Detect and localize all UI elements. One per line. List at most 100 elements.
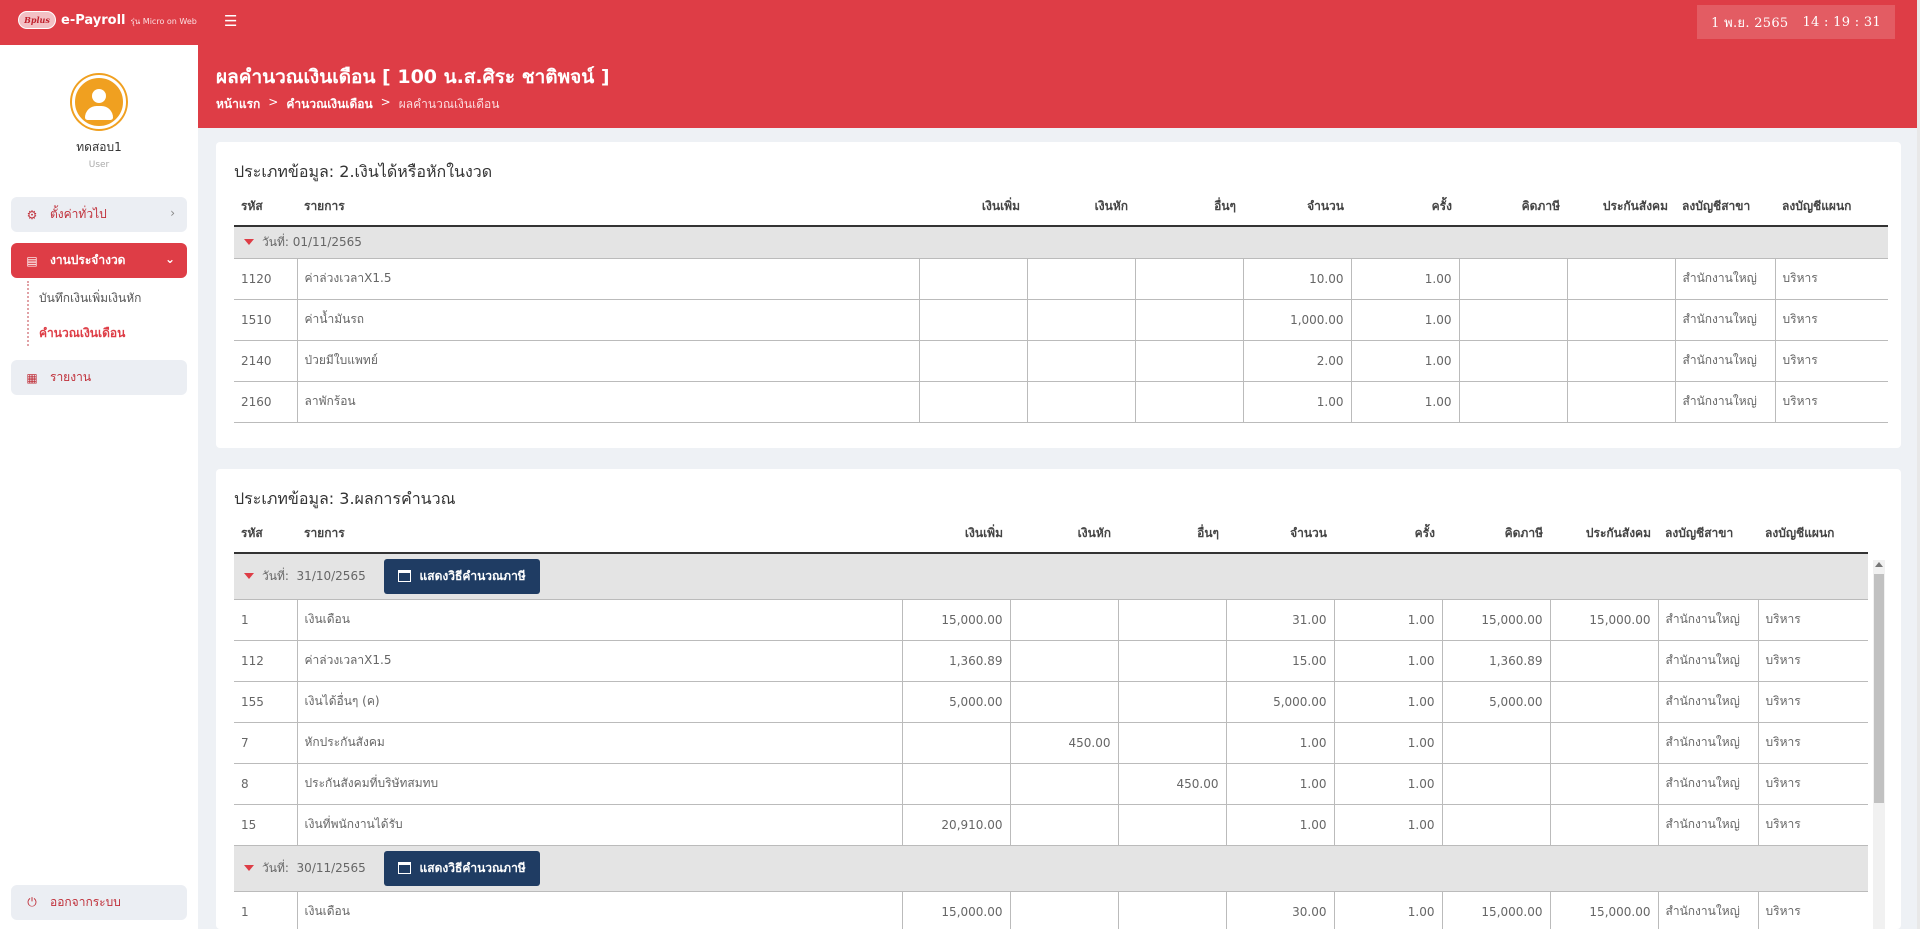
- cell-amount: 31.00: [1226, 599, 1335, 641]
- table-row: 7 หักประกันสังคม 450.00 1.00 1.00 สำนักง…: [234, 722, 1868, 764]
- cell-deduct: [1027, 340, 1136, 382]
- cell-other: [1135, 258, 1244, 300]
- cell-branch: สำนักงานใหญ่: [1658, 763, 1759, 805]
- scroll-up-arrow[interactable]: [1875, 562, 1883, 567]
- datetime-display: 1 พ.ย. 2565 14 : 19 : 31: [1697, 5, 1895, 39]
- section3-table: รหัส รายการ เงินเพิ่ม เงินหัก อื่นๆ จำนว…: [234, 515, 1868, 929]
- logout-button[interactable]: ⏻ ออกจากระบบ: [11, 885, 187, 920]
- sidebar-item-period-work[interactable]: ▤ งานประจำงวด ⌄: [11, 243, 187, 278]
- cell-tax: 1,360.89: [1442, 640, 1551, 682]
- col-times: ครั้ง: [1334, 515, 1442, 554]
- col-code: รหัส: [234, 515, 297, 554]
- table-row: 2140 ป่วยมีใบแพทย์ 2.00 1.00 สำนักงานใหญ…: [234, 340, 1888, 382]
- caret-down-icon[interactable]: [244, 238, 254, 245]
- caret-down-icon[interactable]: [244, 572, 254, 579]
- cell-social-security: [1550, 640, 1659, 682]
- scrollbar-thumb[interactable]: [1874, 574, 1884, 803]
- col-add: เงินเพิ่ม: [919, 188, 1027, 227]
- cell-department: บริหาร: [1775, 381, 1888, 423]
- cell-add: [919, 381, 1028, 423]
- table-row: 2160 ลาพักร้อน 1.00 1.00 สำนักงานใหญ่ บร…: [234, 381, 1888, 423]
- table-row: 1120 ค่าล่วงเวลาX1.5 10.00 1.00 สำนักงาน…: [234, 258, 1888, 300]
- date-group-row[interactable]: วันที่: 30/11/2565 แสดงวิธีคำนวณภาษี: [234, 845, 1868, 892]
- page-header: ผลคำนวณเงินเดือน [ 100 น.ส.ศิระ ชาติพจน์…: [198, 45, 1920, 128]
- cell-times: 1.00: [1334, 599, 1443, 641]
- cell-amount: 30.00: [1226, 891, 1335, 929]
- sidebar-subitem-calculate[interactable]: คำนวณเงินเดือน: [27, 324, 177, 343]
- cell-times: 1.00: [1351, 258, 1460, 300]
- cell-add: 5,000.00: [902, 681, 1011, 723]
- table-scrollbar[interactable]: [1873, 560, 1885, 929]
- cell-add: [902, 763, 1011, 805]
- table-row: 8 ประกันสังคมที่บริษัทสมทบ 450.00 1.00 1…: [234, 763, 1868, 805]
- cell-code: 1510: [234, 299, 298, 341]
- cell-add: [919, 258, 1028, 300]
- date-group-row[interactable]: วันที่: 31/10/2565 แสดงวิธีคำนวณภาษี: [234, 553, 1868, 600]
- date-group-row[interactable]: วันที่: 01/11/2565: [234, 226, 1888, 259]
- section2-title: ประเภทข้อมูล: 2.เงินได้หรือหักในงวด: [234, 162, 493, 181]
- cell-deduct: [1027, 299, 1136, 341]
- breadcrumb-calculate[interactable]: คำนวณเงินเดือน: [286, 95, 372, 114]
- col-other: อื่นๆ: [1118, 515, 1226, 554]
- section3-title: ประเภทข้อมูล: 3.ผลการคำนวณ: [234, 489, 456, 508]
- cell-deduct: [1010, 640, 1119, 682]
- sidebar: ทดสอบ1 User ⚙ ตั้งค่าทั่วไป › ▤ งานประจำ…: [0, 45, 198, 929]
- cell-tax: [1459, 381, 1568, 423]
- breadcrumb-separator: >: [268, 95, 279, 109]
- cell-amount: 1.00: [1226, 722, 1335, 764]
- cell-tax: [1442, 722, 1551, 764]
- cell-deduct: [1010, 763, 1119, 805]
- breadcrumb-home[interactable]: หน้าแรก: [216, 95, 260, 114]
- cell-item: เงินได้อื่นๆ (ค): [297, 681, 903, 723]
- logout-label: ออกจากระบบ: [50, 895, 121, 909]
- group-date: 01/11/2565: [292, 234, 362, 249]
- table-row: 15 เงินที่พนักงานได้รับ 20,910.00 1.00 1…: [234, 804, 1868, 846]
- avatar: [72, 75, 126, 129]
- cell-code: 2160: [234, 381, 298, 423]
- col-add: เงินเพิ่ม: [902, 515, 1010, 554]
- cell-other: [1118, 891, 1227, 929]
- date-prefix: วันที่:: [262, 860, 289, 875]
- cell-tax: [1459, 299, 1568, 341]
- col-code: รหัส: [234, 188, 297, 227]
- show-tax-calculation-button[interactable]: แสดงวิธีคำนวณภาษี: [383, 558, 540, 594]
- show-tax-calculation-button[interactable]: แสดงวิธีคำนวณภาษี: [383, 850, 540, 886]
- cell-code: 1: [234, 891, 298, 929]
- sidebar-item-general-settings[interactable]: ⚙ ตั้งค่าทั่วไป ›: [11, 197, 187, 232]
- cell-department: บริหาร: [1758, 681, 1868, 723]
- cell-deduct: [1010, 804, 1119, 846]
- cell-code: 1120: [234, 258, 298, 300]
- breadcrumb: หน้าแรก > คำนวณเงินเดือน > ผลคำนวณเงินเด…: [216, 95, 499, 114]
- section3-card: ประเภทข้อมูล: 3.ผลการคำนวณ รหัส รายการ เ…: [216, 469, 1901, 929]
- sidebar-subitem-record[interactable]: บันทึกเงินเพิ่มเงินหัก: [27, 289, 177, 308]
- col-other: อื่นๆ: [1135, 188, 1243, 227]
- cell-deduct: [1010, 599, 1119, 641]
- date-prefix: วันที่:: [262, 568, 289, 583]
- date-prefix: วันที่:: [262, 234, 289, 249]
- cell-item: ประกันสังคมที่บริษัทสมทบ: [297, 763, 903, 805]
- cell-item: หักประกันสังคม: [297, 722, 903, 764]
- gear-icon: ⚙: [26, 207, 38, 222]
- cell-item: เงินที่พนักงานได้รับ: [297, 804, 903, 846]
- chevron-down-icon: ⌄: [164, 252, 175, 266]
- cell-other: [1118, 804, 1227, 846]
- cell-branch: สำนักงานใหญ่: [1675, 258, 1776, 300]
- col-tax: คิดภาษี: [1442, 515, 1550, 554]
- cell-branch: สำนักงานใหญ่: [1675, 340, 1776, 382]
- cell-add: 15,000.00: [902, 599, 1011, 641]
- cell-department: บริหาร: [1758, 722, 1868, 764]
- cell-item: ป่วยมีใบแพทย์: [297, 340, 920, 382]
- sidebar-item-reports[interactable]: ▦ รายงาน: [11, 360, 187, 395]
- cell-item: ลาพักร้อน: [297, 381, 920, 423]
- cell-other: [1118, 599, 1227, 641]
- cell-other: [1135, 381, 1244, 423]
- app-logo[interactable]: Bplus e-Payroll รุ่น Micro on Web: [18, 11, 197, 29]
- caret-down-icon[interactable]: [244, 864, 254, 871]
- col-social-security: ประกันสังคม: [1550, 515, 1658, 554]
- hamburger-icon[interactable]: ☰: [224, 14, 237, 29]
- cell-amount: 1.00: [1226, 804, 1335, 846]
- col-amount: จำนวน: [1226, 515, 1334, 554]
- user-name: ทดสอบ1: [76, 140, 122, 154]
- cell-branch: สำนักงานใหญ่: [1658, 891, 1759, 929]
- col-deduct: เงินหัก: [1010, 515, 1118, 554]
